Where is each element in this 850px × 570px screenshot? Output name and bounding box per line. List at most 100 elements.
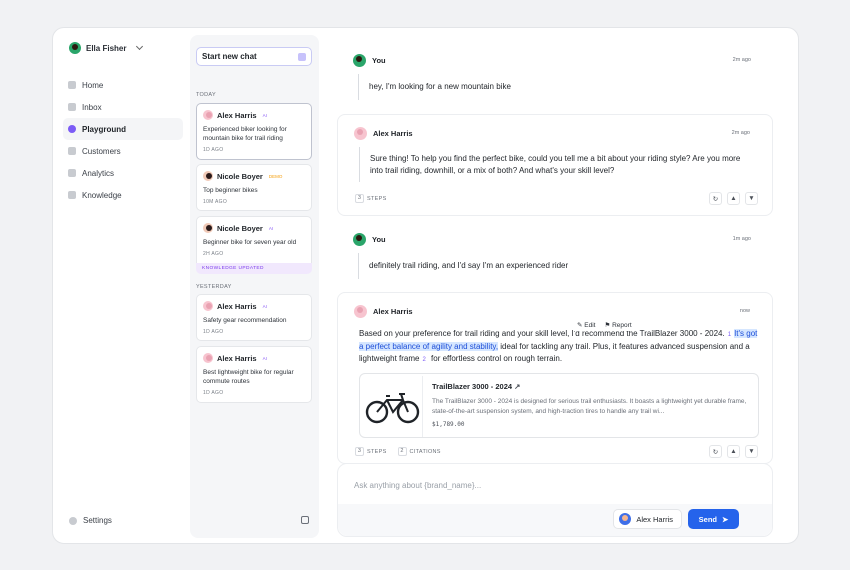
thumbs-down-icon[interactable]: ▼ [745,445,758,458]
plus-icon [298,52,306,61]
chat-card-time: 10M AGO [203,199,228,205]
user-name: Ella Fisher [86,43,127,53]
thumbs-up-icon[interactable]: ▲ [727,192,740,205]
settings-label: Settings [83,516,112,525]
product-card[interactable]: TrailBlazer 3000 - 2024 ↗ The TrailBlaze… [359,373,759,438]
nav-item-label: Playground [82,124,127,134]
citations-label: CITATIONS [409,448,441,455]
steps-indicator[interactable]: 3 STEPS [355,194,387,203]
sparkle-icon [68,125,76,133]
nav-list: Home Inbox Playground Customers Analytic… [63,74,183,206]
chat-card-text: Top beginner bikes [203,187,258,194]
steps-label: STEPS [367,448,387,455]
steps-label: STEPS [367,195,387,202]
nav-item-home[interactable]: Home [63,74,183,96]
chat-card[interactable]: Alex Harris AI Safety gear recommendatio… [196,294,312,341]
answer-text: for effortless control on rough terrain. [428,354,563,363]
steps-indicator[interactable]: 3 STEPS 2 CITATIONS [355,447,441,456]
avatar [203,301,213,311]
thumbs-up-icon[interactable]: ▲ [727,445,740,458]
message-author: You [372,56,386,65]
users-icon [68,147,76,155]
chat-card-name: Alex Harris [217,301,257,311]
section-label-today: TODAY [196,92,216,98]
nav-item-label: Customers [82,146,121,156]
avatar [619,513,632,525]
avatar [353,54,366,67]
avatar [69,42,81,54]
selection-toolbar: ✎ Edit ⚑ Report [573,319,636,331]
avatar [354,127,367,140]
report-label: Report [612,322,632,329]
message-actions: ↻ ▲ ▼ [709,192,758,205]
avatar [203,110,213,120]
chat-card[interactable]: Alex Harris AI Experienced biker looking… [196,103,312,160]
inbox-icon [68,103,76,111]
collapse-sidebar-icon[interactable] [301,516,309,524]
message-text: definitely trail riding, and I'd say I'm… [358,253,568,279]
nav-item-playground[interactable]: Playground [63,118,183,140]
report-button[interactable]: ⚑ Report [604,321,631,329]
composer-toolbar: Alex Harris Send ➤ [338,504,772,536]
message-agent: Alex Harris now Based on your preference… [337,292,773,464]
nav-item-customers[interactable]: Customers [63,140,183,162]
chart-icon [68,169,76,177]
message-text: hey, I'm looking for a new mountain bike [358,74,511,100]
citation-marker[interactable]: 1 [728,332,731,338]
chat-card-name: Alex Harris [217,353,257,363]
book-icon [68,191,76,199]
start-new-chat-button[interactable]: Start new chat [196,47,312,66]
thumbs-down-icon[interactable]: ▼ [745,192,758,205]
send-label: Send [698,514,718,524]
chat-card-name: Alex Harris [217,110,257,120]
nav-item-label: Inbox [82,102,102,112]
chat-card-name: Nicole Boyer [217,171,263,181]
chat-card-text: Beginner bike for seven year old [203,239,297,246]
bike-image [362,376,423,437]
user-menu[interactable]: Ella Fisher [69,42,144,54]
settings-link[interactable]: Settings [69,516,112,525]
agent-name: Alex Harris [636,514,673,524]
citations-count: 2 [397,447,407,456]
product-title[interactable]: TrailBlazer 3000 - 2024 ↗ [432,382,520,391]
message-text: Sure thing! To help you find the perfect… [359,147,749,182]
regenerate-icon[interactable]: ↻ [709,192,722,205]
knowledge-updated-badge: KNOWLEDGE UPDATED [196,263,312,274]
message-author: Alex Harris [373,129,413,138]
avatar [203,223,213,233]
app-window: Ella Fisher Home Inbox Playground Custom… [52,27,799,544]
chat-card-time: 1D AGO [203,147,224,153]
message-time: 2m ago [731,130,750,136]
regenerate-icon[interactable]: ↻ [709,445,722,458]
nav-item-analytics[interactable]: Analytics [63,162,183,184]
steps-count: 3 [355,447,364,456]
chat-card[interactable]: Alex Harris AI Best lightweight bike for… [196,346,312,403]
chat-card[interactable]: Nicole Boyer AI Beginner bike for seven … [196,216,312,264]
start-new-chat-label: Start new chat [202,52,257,61]
chat-card[interactable]: Nicole Boyer DEMO Top beginner bikes 10M… [196,164,312,211]
ai-badge: AI [262,303,267,309]
message-input[interactable]: Ask anything about {brand_name}... [354,481,481,490]
chevron-down-icon [136,42,144,51]
agent-selector-button[interactable]: Alex Harris [613,509,682,529]
message-author: You [372,235,386,244]
ai-badge: AI [262,355,267,361]
send-icon: ➤ [722,514,729,524]
external-link-icon: ↗ [514,382,521,391]
nav-item-label: Knowledge [82,190,122,200]
section-label-yesterday: YESTERDAY [196,284,232,290]
message-author: Alex Harris [373,307,413,316]
citation-marker[interactable]: 2 [422,357,425,363]
send-button[interactable]: Send ➤ [688,509,739,529]
message-time: 1m ago [732,236,751,242]
product-description: The TrailBlazer 3000 - 2024 is designed … [432,398,747,415]
nav-item-inbox[interactable]: Inbox [63,96,183,118]
message-agent: Alex Harris 2m ago Sure thing! To help y… [337,114,773,216]
edit-button[interactable]: ✎ Edit [577,321,595,329]
message-user: You 1m ago definitely trail riding, and … [337,221,773,297]
message-time: 2m ago [732,57,751,63]
sidebar: Ella Fisher Home Inbox Playground Custom… [53,28,188,543]
message-actions: ↻ ▲ ▼ [709,445,758,458]
nav-item-knowledge[interactable]: Knowledge [63,184,183,206]
message-composer: Ask anything about {brand_name}... Alex … [337,463,773,537]
